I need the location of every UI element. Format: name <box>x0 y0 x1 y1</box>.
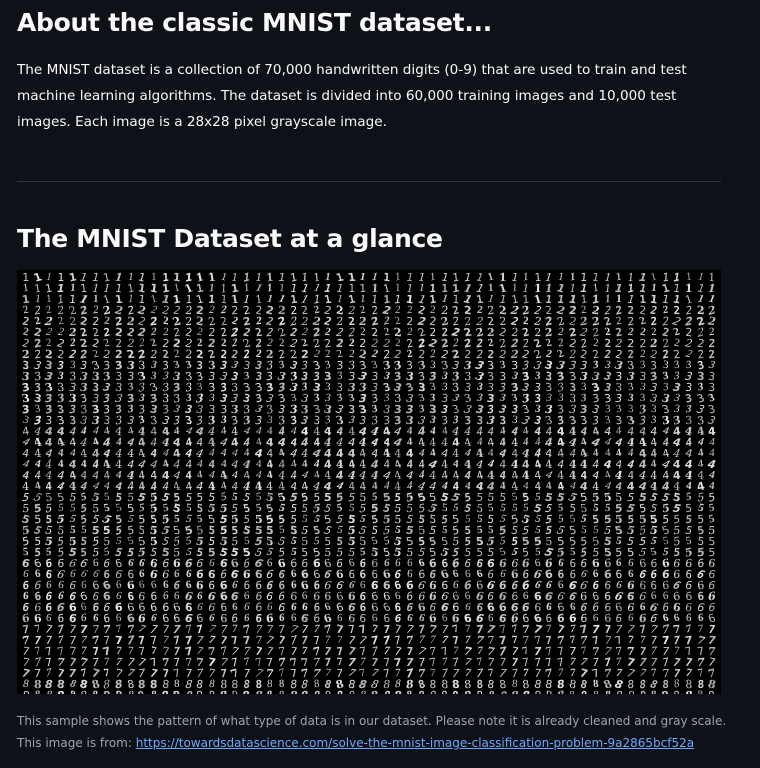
digit-sample: 8 <box>462 689 474 694</box>
mnist-digit-grid: 1111111111111111111111111111111111111111… <box>17 270 721 694</box>
digit-sample: 8 <box>101 689 114 694</box>
digit-sample: 8 <box>706 689 719 694</box>
digit-sample: 8 <box>43 689 56 694</box>
digit-sample: 8 <box>322 689 334 694</box>
section-heading: The MNIST Dataset at a glance <box>17 224 443 253</box>
digit-sample: 8 <box>276 689 288 694</box>
digit-sample: 8 <box>334 689 346 694</box>
digit-sample: 8 <box>474 688 486 694</box>
source-link[interactable]: https://towardsdatascience.com/solve-the… <box>136 736 694 750</box>
digit-sample: 8 <box>346 689 358 694</box>
section-divider <box>17 181 721 182</box>
digit-sample: 8 <box>368 689 382 694</box>
digit-sample: 8 <box>590 689 603 694</box>
digit-sample: 8 <box>509 689 521 694</box>
digit-sample: 8 <box>415 689 427 694</box>
digit-sample: 8 <box>380 689 393 694</box>
digit-sample: 8 <box>299 688 311 694</box>
digit-sample: 8 <box>194 689 207 694</box>
digit-sample: 8 <box>287 689 299 694</box>
digit-sample: 8 <box>578 689 591 694</box>
digit-sample: 8 <box>264 688 276 694</box>
digit-sample: 8 <box>403 689 417 694</box>
digit-sample: 8 <box>623 689 638 694</box>
mnist-sample-image: 1111111111111111111111111111111111111111… <box>17 270 721 694</box>
digit-sample: 8 <box>55 689 67 694</box>
page-title: About the classic MNIST dataset... <box>17 8 492 37</box>
image-caption: This sample shows the pattern of what ty… <box>17 710 729 754</box>
digit-sample: 8 <box>170 689 184 694</box>
digit-sample: 8 <box>601 689 614 694</box>
dataset-description: The MNIST dataset is a collection of 70,… <box>17 62 687 130</box>
